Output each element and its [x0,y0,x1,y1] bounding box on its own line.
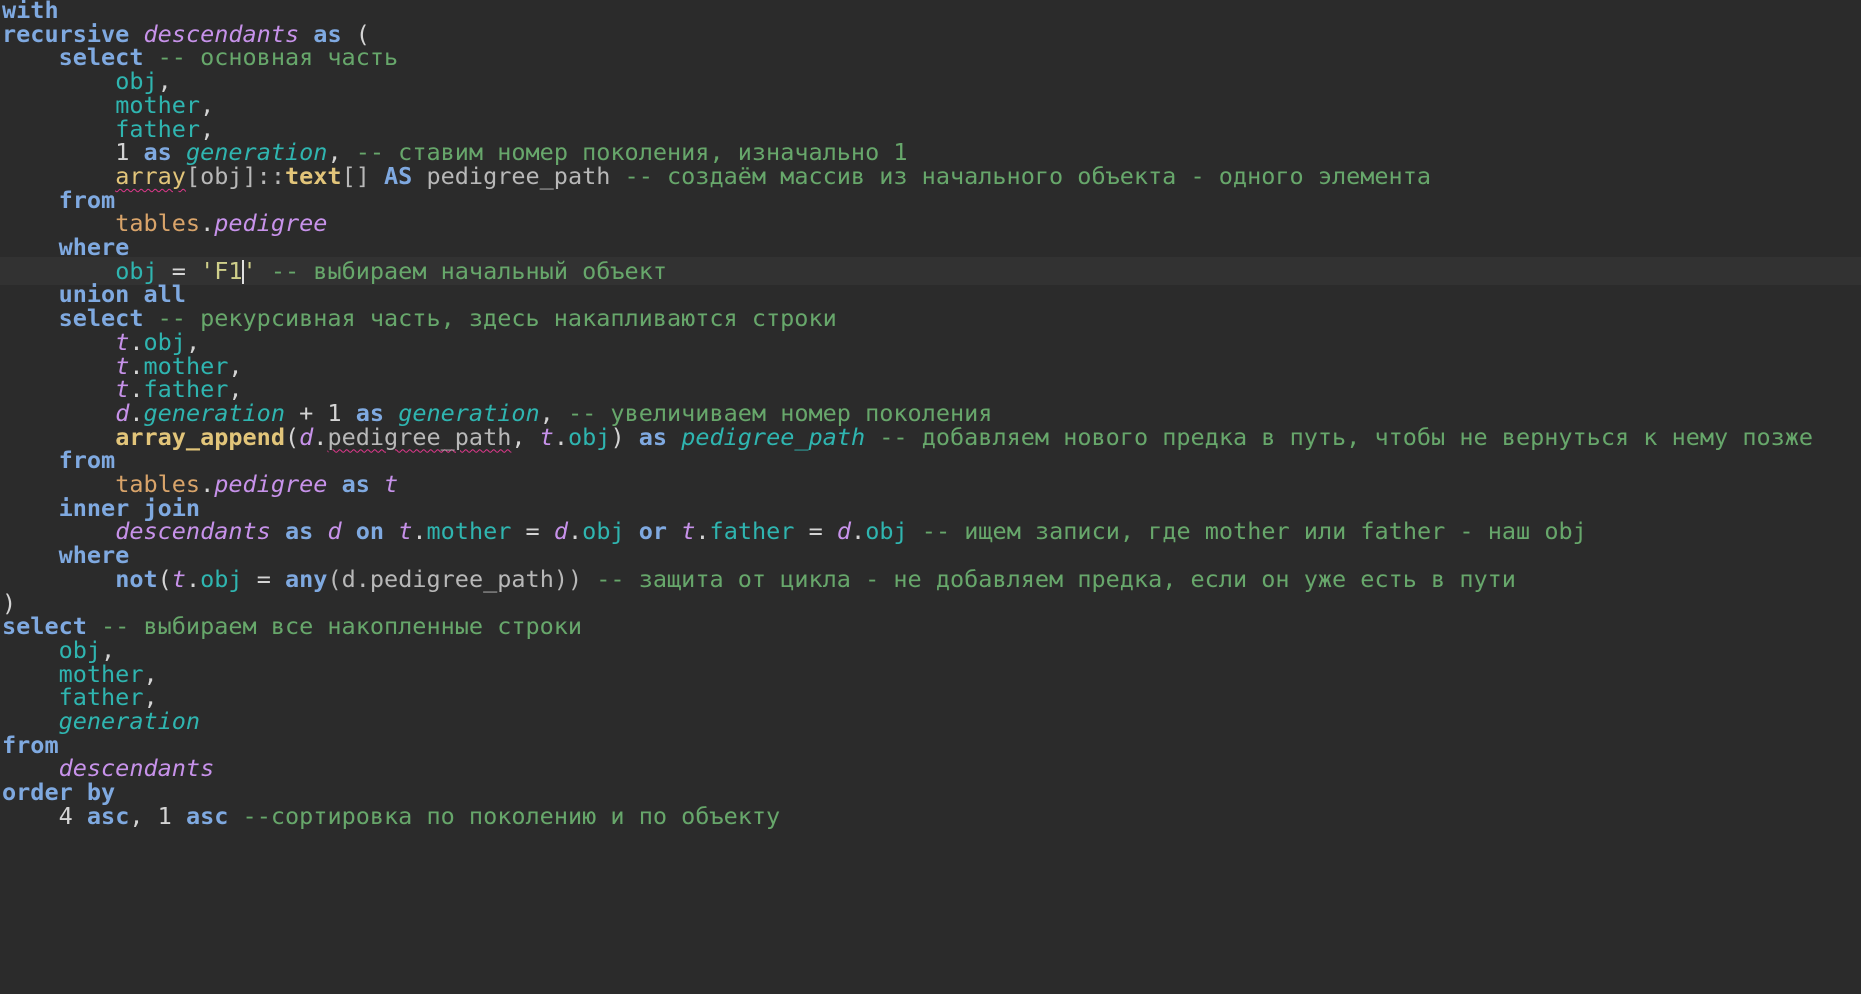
code-token: descendants [115,517,271,546]
code-token: pedigree_path [412,161,611,190]
code-token: . [851,517,866,546]
code-token: ( [157,564,172,593]
code-token: obj [865,517,908,546]
code-token: -- рекурсивная часть, здесь накапливаютс… [143,304,837,333]
code-token: pedigree [214,209,328,238]
code-token: -- ищем записи, где mother или father - … [907,517,1587,546]
code-token: d [299,422,314,451]
code-token: (d.pedigree_path)) [327,564,583,593]
code-token: t [539,422,554,451]
code-token: obj [567,422,611,451]
code-token: on [355,517,385,546]
code-token: 4 [58,801,73,830]
code-token: [obj]:: [185,161,285,190]
code-token: t [681,517,696,546]
code-token: array [115,161,186,190]
code-token: AS [384,161,413,190]
code-line[interactable]: array[obj]::text[] AS pedigree_path -- с… [2,162,1431,190]
code-token: as [284,517,314,546]
code-line[interactable]: 4 asc, 1 asc --сортировка по поколению и… [2,801,781,830]
code-token: asc [185,801,229,830]
code-token: any [285,564,328,593]
code-token: [] [341,161,385,190]
code-token: text [284,161,342,190]
code-token: . [313,422,328,451]
code-token: = [794,517,837,546]
code-token: asc [86,801,130,830]
code-token: -- защита от цикла - не добавляем предка… [582,564,1516,593]
code-token: obj [200,564,243,593]
code-token: -- основная часть [143,43,399,72]
code-token: pedigree_path [681,422,866,451]
code-token: -- создаём массив из начального объекта … [610,161,1432,190]
code-token: obj [582,517,625,546]
code-token: father [709,517,795,546]
code-line[interactable]: descendants as d on t.mother = d.obj or … [2,517,1587,545]
code-token: pedigree [214,470,328,498]
code-token: not [115,564,158,593]
code-token: , 1 [129,801,186,830]
code-token: t [398,517,413,546]
code-line[interactable]: array_append(d.pedigree_path, t.obj) as … [2,423,1813,451]
code-token: = [242,564,286,593]
code-token: = [511,517,554,546]
code-token: d [836,517,852,546]
code-token: t [171,564,186,593]
code-token: --сортировка по поколению и по объекту [228,801,781,830]
code-token: d [553,517,569,546]
code-token: . [200,470,215,498]
code-token: as [638,422,668,451]
code-token: ( [284,422,300,451]
code-token: -- добавляем нового предка в путь, чтобы… [865,422,1814,451]
code-token: pedigree_path [327,422,512,451]
code-token: . [695,517,710,546]
code-token: . [553,422,568,451]
code-token: d [327,517,342,546]
code-token: 'F1 [200,256,243,285]
code-token: mother [426,517,512,546]
code-token: -- выбираем начальный объект [256,256,668,285]
code-token: generation [58,707,201,735]
code-token: ) [610,422,639,451]
code-token: array_append [115,422,285,451]
code-token: ' [242,256,257,285]
code-token: -- выбираем все накопленные строки [86,612,583,641]
code-token: or [638,517,668,546]
code-token: . [185,564,201,593]
code-token: , [511,422,540,451]
code-token: as [341,470,370,498]
code-editor[interactable]: with recursive descendants as ( select --… [0,0,1861,994]
code-token: . [200,209,215,238]
code-token: . [412,517,427,546]
code-token: . [568,517,583,546]
code-token: t [384,470,399,498]
code-line[interactable]: not(t.obj = any(d.pedigree_path)) -- защ… [2,565,1516,593]
